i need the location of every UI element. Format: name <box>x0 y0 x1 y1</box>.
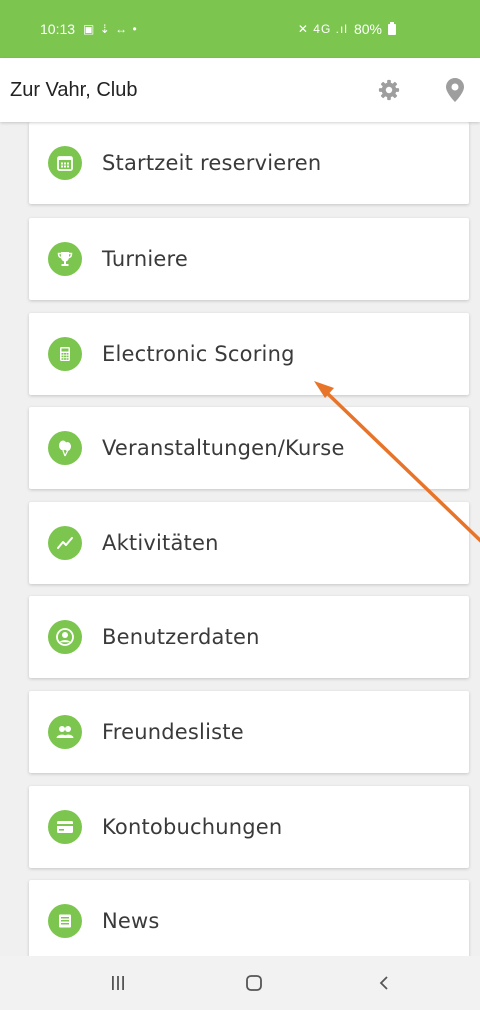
user-circle-icon <box>48 620 82 654</box>
page-title: Zur Vahr, Club <box>10 78 138 101</box>
menu-item-electronic-scoring[interactable]: Electronic Scoring <box>29 313 469 395</box>
menu-list: Startzeit reservieren Turniere Electroni… <box>0 122 480 956</box>
group-icon <box>48 715 82 749</box>
signal-icons: ✕ 4G .ıl <box>297 22 348 36</box>
trend-line-icon <box>48 526 82 560</box>
calculator-icon <box>48 337 82 371</box>
menu-item-news[interactable]: News <box>29 880 469 956</box>
battery-icon <box>388 21 396 35</box>
status-right: ✕ 4G .ıl 80% <box>298 21 396 37</box>
trophy-icon <box>48 242 82 276</box>
menu-item-startzeit-reservieren[interactable]: Startzeit reservieren <box>29 122 469 204</box>
menu-item-turniere[interactable]: Turniere <box>29 218 469 300</box>
menu-item-label: Startzeit reservieren <box>102 151 322 175</box>
menu-item-label: Freundesliste <box>102 720 244 744</box>
status-time: 10:13 <box>40 21 76 37</box>
menu-item-veranstaltungen-kurse[interactable]: Veranstaltungen/Kurse <box>29 407 469 489</box>
menu-item-label: News <box>102 909 160 933</box>
menu-item-label: Benutzerdaten <box>102 625 260 649</box>
menu-item-benutzerdaten[interactable]: Benutzerdaten <box>29 596 469 678</box>
home-icon[interactable] <box>214 956 294 1010</box>
status-notification-icons: ▣ ⇣ ↔ • <box>83 22 138 36</box>
balloons-icon <box>48 431 82 465</box>
menu-item-label: Kontobuchungen <box>102 815 283 839</box>
status-bar: 10:13 ▣ ⇣ ↔ • ✕ 4G .ıl 80% <box>0 0 480 58</box>
menu-item-label: Aktivitäten <box>102 531 219 555</box>
app-bar: Zur Vahr, Club <box>0 58 480 122</box>
calendar-icon <box>48 146 82 180</box>
menu-item-label: Turniere <box>102 247 188 271</box>
menu-item-label: Electronic Scoring <box>102 342 295 366</box>
credit-card-icon <box>48 810 82 844</box>
battery-percent: 80% <box>353 21 382 37</box>
gear-icon[interactable] <box>376 77 402 103</box>
location-pin-icon[interactable] <box>442 77 468 103</box>
recent-apps-icon[interactable] <box>78 956 158 1010</box>
menu-item-kontobuchungen[interactable]: Kontobuchungen <box>29 786 469 868</box>
app-actions <box>376 77 468 103</box>
menu-item-label: Veranstaltungen/Kurse <box>102 436 345 460</box>
newspaper-icon <box>48 904 82 938</box>
status-left: 10:13 ▣ ⇣ ↔ • <box>40 21 138 37</box>
system-nav-bar <box>0 956 480 1010</box>
menu-item-aktivitaeten[interactable]: Aktivitäten <box>29 502 469 584</box>
menu-item-freundesliste[interactable]: Freundesliste <box>29 691 469 773</box>
back-icon[interactable] <box>344 956 424 1010</box>
